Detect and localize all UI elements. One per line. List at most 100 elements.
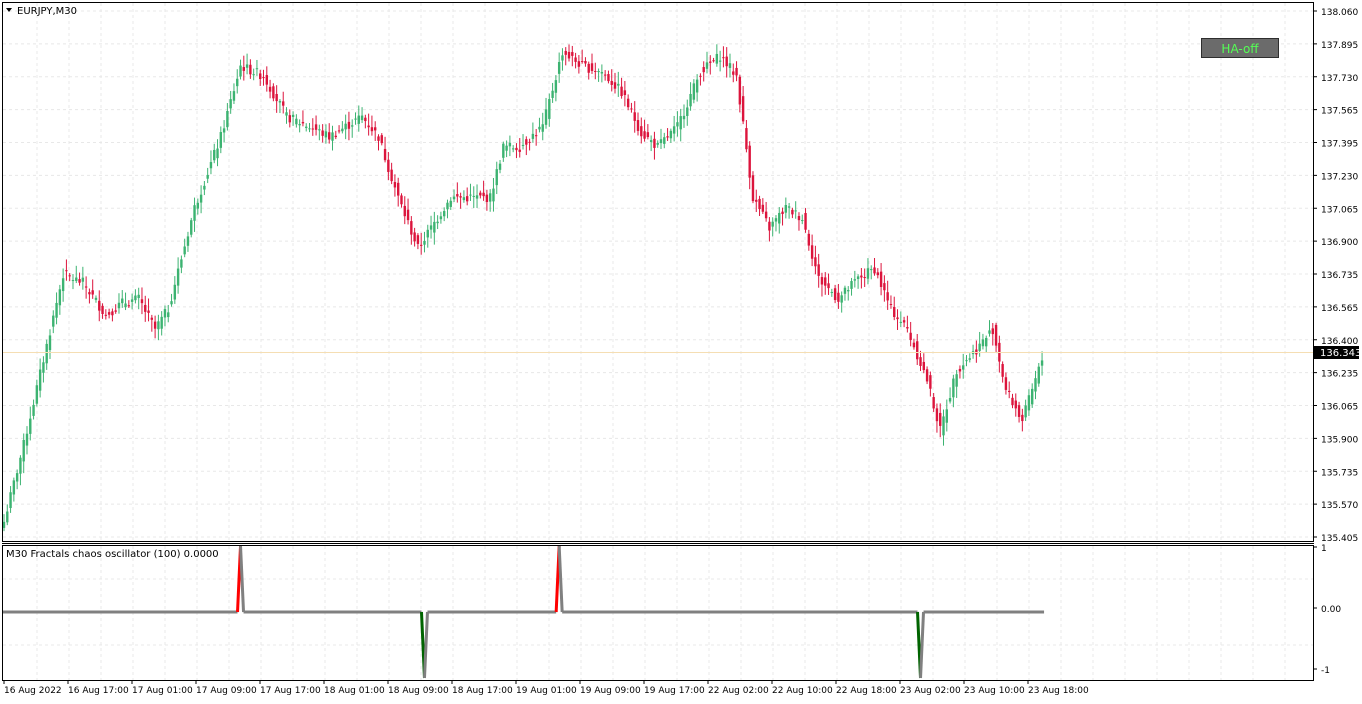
candle-body: [377, 136, 380, 141]
candle-body: [965, 360, 968, 362]
candle-body: [712, 60, 715, 62]
candle-body: [899, 321, 903, 323]
time-tick-label: 16 Aug 2022: [4, 686, 62, 696]
candle-body: [1037, 366, 1040, 384]
candle-body: [1040, 360, 1044, 366]
candle-body: [226, 110, 229, 128]
indicator-tick-label: 0.00: [1321, 605, 1341, 615]
candle-body: [873, 267, 876, 274]
candle-body: [390, 169, 393, 182]
candle-body: [337, 130, 341, 132]
candle-body: [876, 272, 880, 276]
candle-body: [341, 128, 344, 132]
candle-body: [948, 398, 952, 402]
candle-body: [485, 194, 489, 203]
candle-body: [25, 433, 29, 446]
candle-body: [1008, 390, 1011, 392]
price-tick-label: 137.395: [1321, 140, 1358, 150]
candle-body: [929, 375, 932, 389]
candle-body: [594, 70, 597, 72]
candle-body: [692, 83, 696, 100]
candle-body: [81, 277, 85, 282]
candle-body: [843, 287, 847, 294]
candle-body: [1011, 397, 1014, 405]
candle-body: [456, 194, 459, 197]
candle-body: [117, 302, 121, 309]
candle-body: [124, 303, 127, 308]
candle-body: [98, 300, 101, 311]
candle-body: [436, 221, 439, 224]
candle-body: [61, 278, 65, 292]
candle-body: [952, 378, 955, 398]
candle-body: [564, 50, 567, 55]
candle-body: [709, 61, 712, 63]
candle-body: [768, 221, 771, 231]
candle-body: [958, 368, 962, 372]
candle-body: [771, 221, 774, 227]
candle-body: [991, 328, 994, 335]
candle-body: [1034, 378, 1037, 392]
price-tick-label: 137.230: [1321, 172, 1358, 182]
candle-body: [640, 126, 643, 137]
candle-body: [272, 86, 275, 99]
candle-body: [689, 93, 692, 107]
current-price-value: 136.343: [1320, 348, 1361, 359]
time-tick-label: 22 Aug 02:00: [708, 686, 769, 696]
candle-body: [265, 75, 268, 85]
candle-body: [449, 200, 452, 207]
candle-body: [383, 148, 387, 161]
candle-body: [827, 283, 830, 289]
candle-body: [472, 195, 475, 197]
candle-body: [6, 511, 9, 523]
candle-body: [413, 232, 416, 242]
candle-body: [94, 297, 98, 300]
candle-body: [446, 202, 449, 210]
candle-body: [282, 101, 285, 106]
candle-body: [475, 195, 479, 199]
candle-body: [426, 229, 429, 238]
trading-chart[interactable]: 138.060 137.895 137.730 137.565 137.395 137.2…: [0, 0, 1362, 700]
candle-body: [791, 209, 794, 215]
candle-body: [65, 270, 68, 272]
candle-body: [111, 311, 114, 316]
current-price-tag: 136.343: [1314, 346, 1361, 359]
candle-body: [722, 57, 725, 59]
candle-body: [735, 67, 738, 76]
candle-body: [902, 320, 906, 323]
candle-body: [209, 162, 213, 169]
candle-body: [600, 71, 604, 74]
candle-body: [590, 63, 594, 71]
symbol-label: EURJPY,M30: [17, 6, 77, 17]
candle-body: [364, 117, 367, 122]
candle-body: [577, 61, 581, 67]
candle-body: [416, 235, 420, 244]
candle-body: [939, 412, 942, 426]
candle-body: [242, 67, 246, 71]
candle-body: [370, 127, 374, 132]
candle-body: [68, 275, 71, 277]
ha-toggle-button[interactable]: HA-off: [1201, 38, 1279, 58]
time-tick-label: 22 Aug 18:00: [836, 686, 897, 696]
time-tick-label: 18 Aug 09:00: [388, 686, 449, 696]
candle-body: [820, 277, 824, 285]
candle-body: [548, 99, 551, 119]
chart-canvas[interactable]: 138.060 137.895 137.730 137.565 137.395 137.2…: [0, 0, 1362, 700]
symbol-header[interactable]: EURJPY,M30: [6, 6, 77, 17]
candle-body: [666, 136, 669, 138]
candle-body: [1004, 377, 1008, 390]
candle-body: [397, 182, 400, 196]
candle-body: [824, 277, 827, 286]
time-tick-label: 19 Aug 01:00: [516, 686, 577, 696]
candle-body: [699, 75, 702, 77]
candle-body: [2, 521, 6, 528]
candle-body: [104, 314, 108, 316]
candle-body: [71, 280, 75, 282]
candle-body: [538, 126, 541, 130]
candle-body: [163, 309, 167, 318]
candle-body: [19, 457, 22, 474]
candle-body: [252, 74, 255, 76]
time-tick-label: 23 Aug 10:00: [964, 686, 1025, 696]
candle-body: [761, 204, 765, 212]
candle-body: [571, 52, 574, 56]
candle-body: [334, 135, 337, 138]
